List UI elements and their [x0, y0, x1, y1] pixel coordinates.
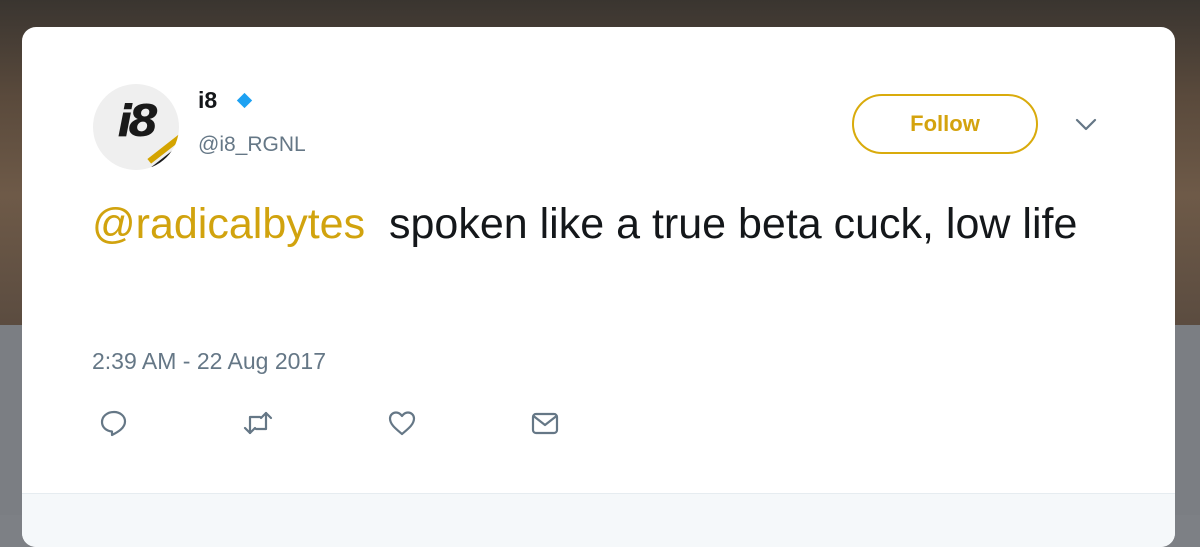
reply-button[interactable]	[98, 407, 130, 439]
verified-diamond-icon	[236, 92, 253, 109]
direct-message-button[interactable]	[529, 407, 561, 439]
retweet-button[interactable]	[242, 407, 274, 439]
follow-button[interactable]: Follow	[852, 94, 1038, 154]
tweet-card: i8 i8 @i8_RGNL Follow @radicalbytes spok…	[22, 27, 1175, 547]
chevron-down-icon[interactable]	[1074, 117, 1098, 133]
tweet-text: @radicalbytes spoken like a true beta cu…	[92, 195, 1132, 253]
user-handle[interactable]: @i8_RGNL	[198, 133, 306, 157]
avatar[interactable]: i8	[93, 84, 179, 170]
card-footer	[22, 493, 1175, 547]
avatar-logo-text: i8	[117, 96, 159, 147]
like-button[interactable]	[386, 407, 418, 439]
tweet-timestamp[interactable]: 2:39 AM - 22 Aug 2017	[92, 348, 326, 375]
retweet-icon	[243, 411, 273, 435]
envelope-icon	[531, 412, 559, 435]
mention-link[interactable]: @radicalbytes	[92, 200, 365, 248]
heart-icon	[388, 411, 416, 436]
reply-icon	[100, 410, 127, 437]
tweet-body: spoken like a true beta cuck, low life	[389, 200, 1078, 248]
display-name[interactable]: i8	[198, 87, 217, 114]
